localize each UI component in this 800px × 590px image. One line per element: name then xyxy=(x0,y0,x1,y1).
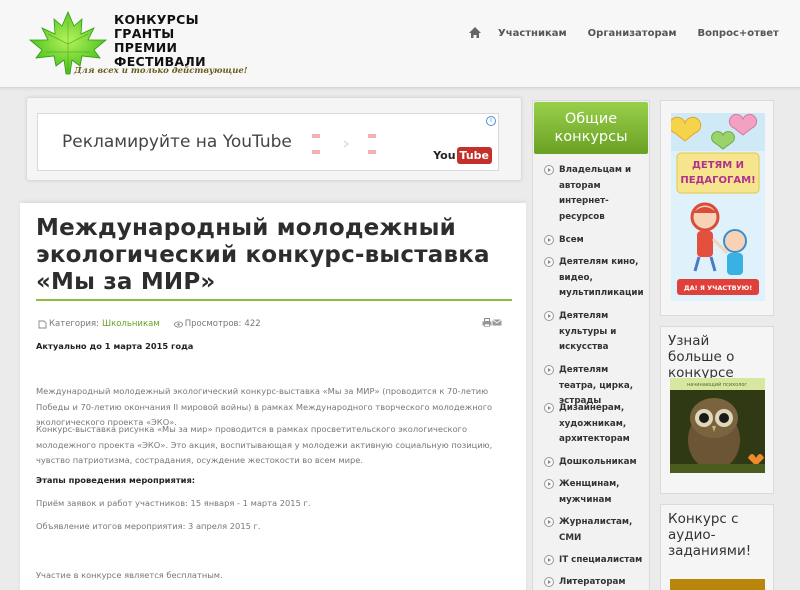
widget-title: Узнай больше о конкурсе xyxy=(668,333,735,381)
category-item[interactable]: Журналистам, СМИ xyxy=(544,515,645,546)
eye-icon xyxy=(173,320,183,328)
ad-decoration xyxy=(312,134,376,154)
owl-image[interactable]: начинающий психолог xyxy=(670,378,765,473)
category-item[interactable]: Дошкольникам xyxy=(544,455,645,471)
youtube-logo: You Tube xyxy=(433,147,492,164)
article-paragraph: Участие в конкурсе является бесплатным. xyxy=(36,570,223,580)
categories-sidebar: Общие конкурсы Владельцам и авторам инте… xyxy=(532,100,650,590)
category-item[interactable]: Женщинам, мужчинам xyxy=(544,477,645,508)
article-tools xyxy=(482,318,502,327)
kids-banner-widget: ДЕТЯМ И ПЕДАГОГАМ! ДА! Я УЧАСТВУЮ! xyxy=(660,100,774,316)
category-item[interactable]: IT специалистам xyxy=(544,553,645,569)
category-item[interactable]: Всем xyxy=(544,233,645,249)
chevron-right-icon xyxy=(544,311,554,321)
email-icon[interactable] xyxy=(492,318,502,327)
category-item[interactable]: Дизайнерам, художникам, архитекторам xyxy=(544,401,645,448)
chevron-right-icon xyxy=(544,479,554,489)
nav-participants[interactable]: Участникам xyxy=(498,28,567,39)
widget-title: Конкурс с аудио-заданиями! xyxy=(668,511,752,559)
site-tagline: Для всех и только действующие! xyxy=(74,66,248,76)
article-subheading: Этапы проведения мероприятия: xyxy=(36,475,196,485)
nav-faq[interactable]: Вопрос+ответ xyxy=(698,28,779,39)
folder-icon xyxy=(38,320,47,328)
article-paragraph: Объявление итогов мероприятия: 3 апреля … xyxy=(36,521,261,531)
site-header: КОНКУРСЫ ГРАНТЫ ПРЕМИИ ФЕСТИВАЛИ Для все… xyxy=(0,0,800,88)
title-divider xyxy=(36,299,512,301)
article-meta: Категория: Школьникам Просмотров: 422 xyxy=(38,319,261,329)
category-item[interactable]: Деятелям кино, видео, мультипликации xyxy=(544,255,645,302)
category-link[interactable]: Школьникам xyxy=(102,319,160,329)
chevron-right-icon xyxy=(544,365,554,375)
learn-more-widget: Узнай больше о конкурсе начинающий психо… xyxy=(660,326,774,494)
chevron-right-icon xyxy=(544,457,554,467)
main-nav: Участникам Организаторам Вопрос+ответ xyxy=(468,26,800,40)
nav-organizers[interactable]: Организаторам xyxy=(588,28,677,39)
chevron-right-icon xyxy=(544,555,554,565)
article-title: Международный молодежный экологический к… xyxy=(36,215,490,295)
chevron-right-icon xyxy=(544,577,554,587)
article: Международный молодежный экологический к… xyxy=(20,203,526,590)
category-item[interactable]: Деятелям культуры и искусства xyxy=(544,309,645,356)
category-item[interactable]: Владельцам и авторам интернет-ресурсов xyxy=(544,163,645,225)
banner-cta: ДА! Я УЧАСТВУЮ! xyxy=(684,284,752,292)
article-deadline: Актуально до 1 марта 2015 года xyxy=(36,341,194,351)
chevron-right-icon xyxy=(544,517,554,527)
ad-container: Рекламируйте на YouTube i You Tube xyxy=(26,97,522,181)
ad-text: Рекламируйте на YouTube xyxy=(62,132,292,152)
chevron-right-icon xyxy=(544,235,554,245)
chevron-right-icon xyxy=(544,257,554,267)
audio-contest-image[interactable] xyxy=(670,579,765,590)
article-paragraph: Конкурс-выставка рисунка «Мы за мир» про… xyxy=(36,424,493,465)
print-icon[interactable] xyxy=(482,318,492,327)
youtube-ad-banner[interactable]: Рекламируйте на YouTube i You Tube xyxy=(37,113,499,171)
banner-text-line2: ПЕДАГОГАМ! xyxy=(680,175,755,186)
banner-text-line1: ДЕТЯМ И xyxy=(692,160,744,171)
home-icon[interactable] xyxy=(468,26,482,40)
kids-teachers-banner[interactable]: ДЕТЯМ И ПЕДАГОГАМ! ДА! Я УЧАСТВУЮ! xyxy=(671,113,765,301)
ad-info-icon[interactable]: i xyxy=(486,116,496,126)
chevron-right-icon xyxy=(544,403,554,413)
owl-caption: начинающий психолог xyxy=(687,381,747,388)
site-logo-text[interactable]: КОНКУРСЫ ГРАНТЫ ПРЕМИИ ФЕСТИВАЛИ xyxy=(114,13,206,69)
category-item[interactable]: Литераторам xyxy=(544,575,645,590)
article-paragraph: Приём заявок и работ участников: 15 янва… xyxy=(36,498,311,508)
audio-contest-widget: Конкурс с аудио-заданиями! xyxy=(660,504,774,590)
categories-title: Общие конкурсы xyxy=(534,102,648,154)
chevron-right-icon xyxy=(544,165,554,175)
